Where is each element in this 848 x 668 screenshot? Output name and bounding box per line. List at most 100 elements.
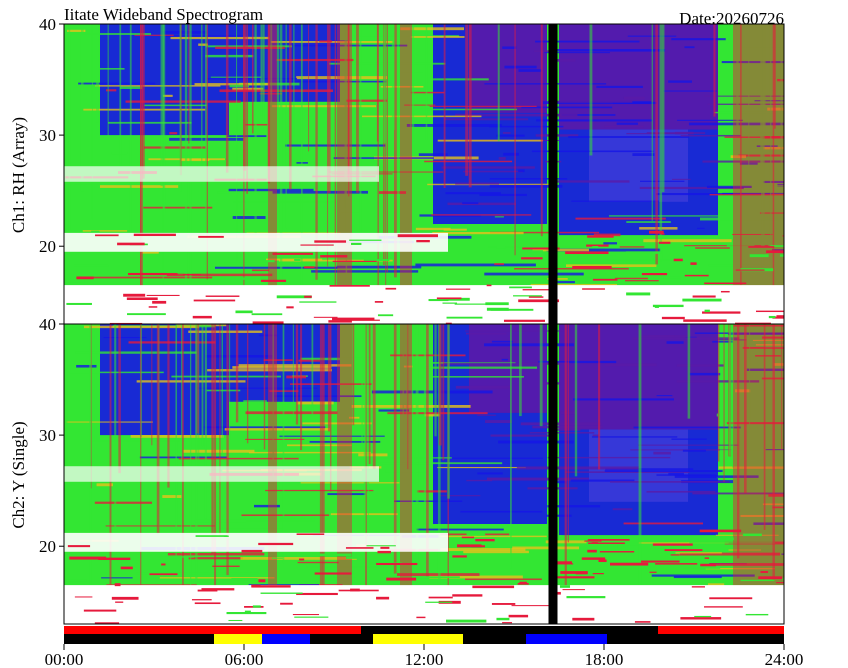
noise-streak xyxy=(431,214,532,216)
fringe-streak xyxy=(680,617,722,620)
noise-streak xyxy=(429,105,537,107)
fringe-streak xyxy=(457,544,482,548)
noise-streak xyxy=(183,449,255,453)
noise-impulse xyxy=(184,24,188,296)
fringe-streak xyxy=(768,315,776,319)
x-tick-label: 24:00 xyxy=(765,650,804,668)
fringe-streak xyxy=(704,282,747,285)
fringe-streak xyxy=(682,298,722,302)
noise-impulse xyxy=(91,24,93,220)
noise-impulse xyxy=(723,324,725,482)
fringe-streak xyxy=(749,254,769,258)
fringe-streak xyxy=(641,273,668,276)
saturated-band xyxy=(64,166,379,182)
noise-impulse xyxy=(519,324,522,417)
fringe-streak xyxy=(527,250,543,253)
fringe-streak xyxy=(191,599,212,601)
noise-streak xyxy=(626,221,671,223)
fringe-streak xyxy=(428,596,453,599)
fringe-streak xyxy=(120,566,133,570)
noise-streak xyxy=(684,46,695,49)
noise-streak xyxy=(233,201,336,203)
fringe-streak xyxy=(376,596,390,600)
noise-streak xyxy=(648,335,689,338)
fringe-streak xyxy=(320,255,348,258)
noise-streak xyxy=(614,277,648,280)
noise-streak xyxy=(529,432,595,434)
noise-impulse xyxy=(118,324,121,474)
fringe-streak xyxy=(652,304,684,308)
fringe-streak xyxy=(559,585,571,588)
noise-streak xyxy=(205,54,254,58)
noise-streak xyxy=(402,376,524,378)
fringe-streak xyxy=(94,622,120,624)
noise-impulse xyxy=(308,24,310,152)
fringe-streak xyxy=(452,594,483,597)
fringe-streak xyxy=(294,616,329,618)
fringe-streak xyxy=(772,316,784,319)
noise-impulse xyxy=(254,24,257,234)
fringe-streak xyxy=(280,602,293,605)
noise-streak xyxy=(447,202,516,206)
noise-impulse xyxy=(687,324,691,419)
noise-streak xyxy=(111,152,128,155)
noise-streak xyxy=(143,206,213,209)
noise-streak xyxy=(604,125,644,128)
fringe-streak xyxy=(655,563,698,565)
noise-streak xyxy=(302,422,372,425)
fringe-streak xyxy=(436,297,462,300)
noise-streak xyxy=(105,525,215,527)
noise-streak xyxy=(596,85,643,88)
fringe-streak xyxy=(415,576,460,579)
noise-impulse xyxy=(156,324,160,534)
noise-impulse xyxy=(540,24,543,237)
fringe-streak xyxy=(735,269,765,271)
noise-streak xyxy=(498,440,574,444)
noise-impulse xyxy=(366,324,368,486)
y-tick-label: 30 xyxy=(39,426,56,445)
fringe-streak xyxy=(740,579,775,582)
noise-streak xyxy=(518,169,525,173)
fringe-streak xyxy=(377,550,391,554)
fringe-streak xyxy=(658,241,671,244)
fringe-streak xyxy=(634,621,651,623)
fringe-streak xyxy=(599,551,635,553)
noise-streak xyxy=(572,398,674,401)
noise-impulse xyxy=(229,324,231,440)
noise-streak xyxy=(441,166,535,169)
fringe-streak xyxy=(127,313,166,316)
noise-streak xyxy=(418,153,448,157)
noise-streak xyxy=(162,495,182,498)
noise-streak xyxy=(616,122,638,125)
noise-impulse xyxy=(465,24,469,176)
noise-streak xyxy=(141,251,159,254)
fringe-streak xyxy=(314,240,347,243)
noise-streak xyxy=(69,371,164,374)
noise-impulse xyxy=(263,324,266,450)
fringe-streak xyxy=(779,254,784,257)
noise-impulse xyxy=(300,324,303,451)
fringe-streak xyxy=(64,280,85,283)
noise-impulse xyxy=(539,324,543,427)
fringe-streak xyxy=(508,614,529,618)
noise-streak xyxy=(76,364,97,368)
noise-streak xyxy=(491,340,513,343)
noise-streak xyxy=(496,134,525,137)
noise-impulse xyxy=(151,324,153,446)
noise-streak xyxy=(777,183,784,187)
fringe-streak xyxy=(299,301,337,303)
fringe-streak xyxy=(649,571,657,573)
fringe-streak xyxy=(215,277,246,280)
noise-impulse xyxy=(251,24,254,134)
noise-streak xyxy=(504,65,537,69)
noise-impulse xyxy=(425,24,428,141)
fringe-streak xyxy=(114,583,121,587)
fringe-streak xyxy=(592,573,604,575)
noise-streak xyxy=(484,272,584,276)
noise-streak xyxy=(484,343,574,347)
noise-streak xyxy=(630,449,732,451)
noise-streak xyxy=(477,414,496,416)
noise-impulse xyxy=(246,324,249,444)
fringe-streak xyxy=(182,274,201,276)
fringe-streak xyxy=(782,577,784,580)
